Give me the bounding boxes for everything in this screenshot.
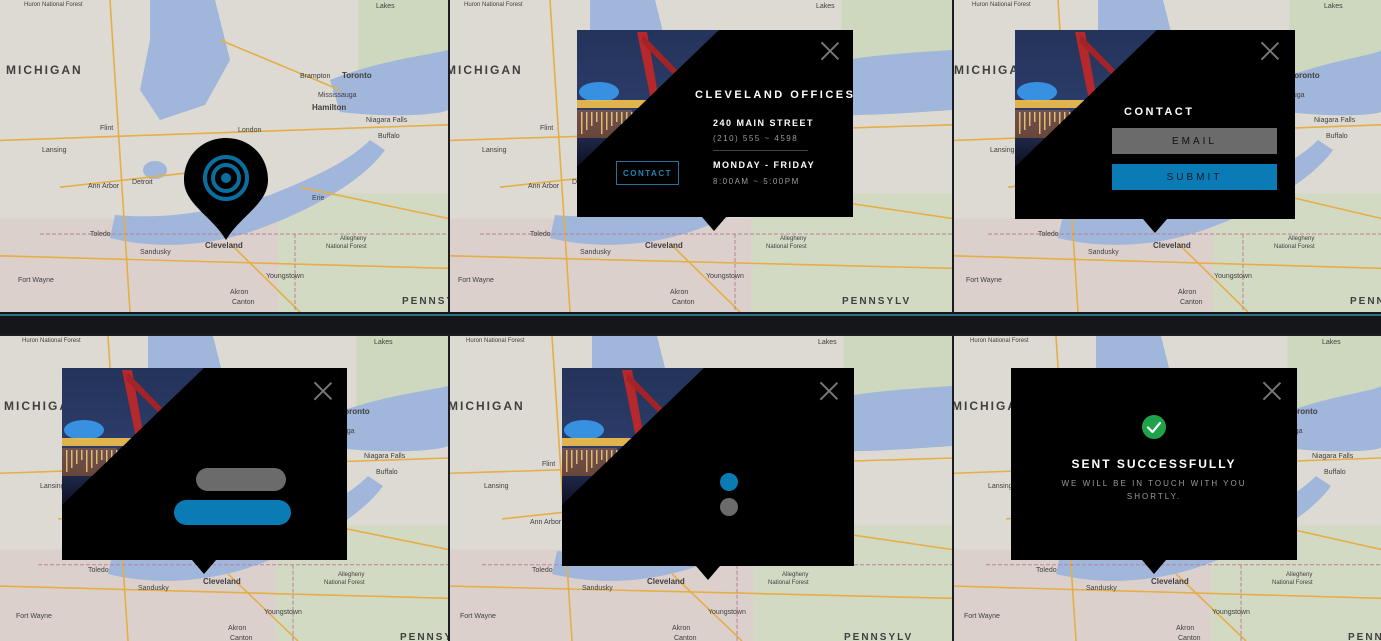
card-pointer [702,217,726,231]
contact-button[interactable]: CONTACT [616,161,679,185]
email-button[interactable]: EMAIL [1112,128,1277,154]
office-info-card: CLEVELAND OFFICES 240 MAIN STREET (210) … [577,30,853,217]
transition-card [62,368,347,560]
map-panel-contact: MICHIGANClevelandToledoDetroitAnn ArborL… [954,0,1381,312]
address-text: 240 MAIN STREET [713,118,815,128]
map-panel-transition: MICHIGANClevelandToledoDetroitAnn ArborL… [0,336,448,641]
loading-dot-gray [720,498,738,516]
card-pointer [1143,219,1167,233]
card-pointer [1142,560,1166,574]
map-panel-info: MICHIGANClevelandToledoDetroitAnn ArborL… [450,0,952,312]
phone-text: (210) 555 ~ 4598 [713,134,799,143]
hours-text: 8:00AM ~ 5:00PM [713,177,800,186]
close-icon[interactable] [1263,382,1281,400]
map-panel-loading: MICHIGANClevelandToledoDetroitAnn ArborL… [450,336,952,641]
contact-card: CONTACT EMAIL SUBMIT [1015,30,1295,219]
email-button-morphing[interactable] [196,468,286,491]
loading-dot-blue [720,473,738,491]
success-card: SENT SUCCESSFULLY WE WILL BE IN TOUCH WI… [1011,368,1297,560]
card-pointer [192,560,216,574]
loading-card [562,368,854,566]
success-message: WE WILL BE IN TOUCH WITH YOU SHORTLY. [1061,479,1247,501]
cleveland-photo [562,368,732,505]
checkmark-icon [1142,415,1166,439]
submit-button[interactable]: SUBMIT [1112,164,1277,190]
submit-button-morphing[interactable] [174,500,291,525]
close-icon[interactable] [821,42,839,60]
map-panel-pin: MICHIGAN Cleveland Toledo Detroit Ann Arbor L… [0,0,448,312]
map-panel-success: MICHIGANClevelandToledoDetroitAnn ArborL… [954,336,1381,641]
days-text: MONDAY - FRIDAY [713,160,816,170]
success-title: SENT SUCCESSFULLY [1071,457,1237,471]
row-divider-line [0,314,1381,316]
divider [713,150,808,151]
card-pointer [696,566,720,580]
contact-title: CONTACT [1124,106,1195,118]
close-icon[interactable] [1261,42,1279,60]
close-icon[interactable] [820,382,838,400]
close-icon[interactable] [314,382,332,400]
map-pin-icon[interactable] [182,136,270,242]
card-title: CLEVELAND OFFICES [695,89,856,101]
